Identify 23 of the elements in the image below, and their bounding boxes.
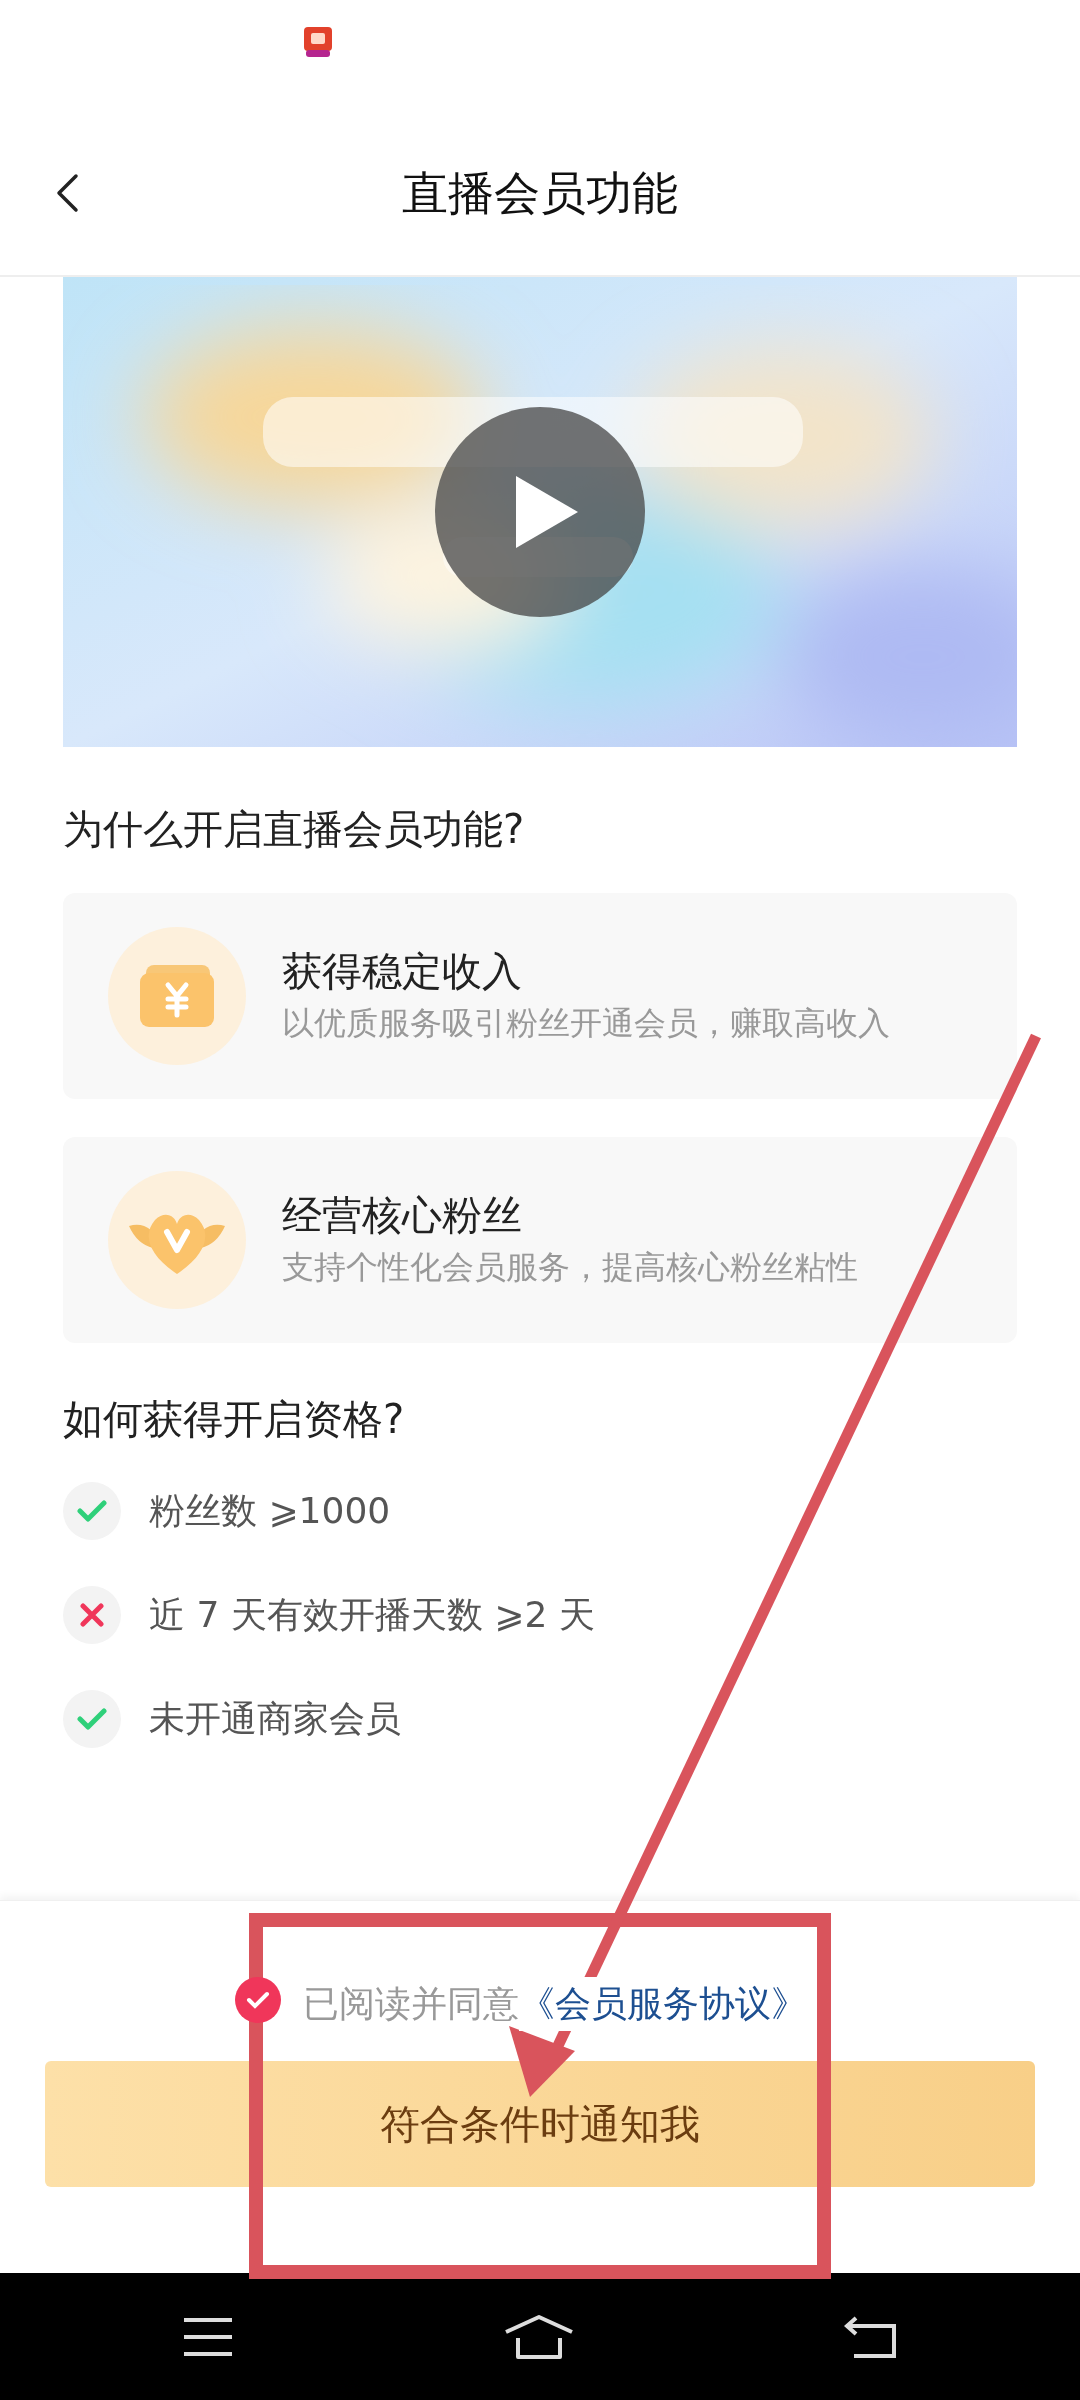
benefit-title: 经营核心粉丝 — [282, 1191, 523, 1240]
home-icon — [503, 2313, 575, 2360]
menu-button[interactable] — [182, 2316, 235, 2357]
back-icon — [54, 172, 80, 213]
back-nav-button[interactable] — [843, 2314, 898, 2359]
benefit-title: 获得稳定收入 — [282, 947, 523, 996]
agree-checkbox[interactable] — [235, 1977, 281, 2023]
notify-button[interactable]: 符合条件时通知我 — [45, 2061, 1035, 2187]
section-heading: 为什么开启直播会员功能? — [63, 805, 526, 854]
return-icon — [843, 2314, 898, 2359]
app-icon — [303, 26, 333, 58]
benefit-description: 支持个性化会员服务，提高核心粉丝粘性 — [282, 1247, 858, 1289]
wallet-icon — [138, 963, 216, 1029]
benefit-description: 以优质服务吸引粉丝开通会员，赚取高收入 — [282, 1003, 890, 1045]
home-button[interactable] — [503, 2313, 575, 2360]
agreement-text: 已阅读并同意 — [303, 1982, 519, 2026]
requirement-text: 近 7 天有效开播天数 ⩾2 天 — [149, 1593, 595, 1637]
section-heading: 如何获得开启资格? — [63, 1395, 406, 1444]
menu-icon — [182, 2316, 235, 2357]
check-icon — [246, 1990, 270, 2010]
requirement-text: 未开通商家会员 — [149, 1697, 401, 1741]
requirement-text: 粉丝数 ⩾1000 — [149, 1489, 391, 1533]
page-title: 直播会员功能 — [402, 169, 678, 216]
